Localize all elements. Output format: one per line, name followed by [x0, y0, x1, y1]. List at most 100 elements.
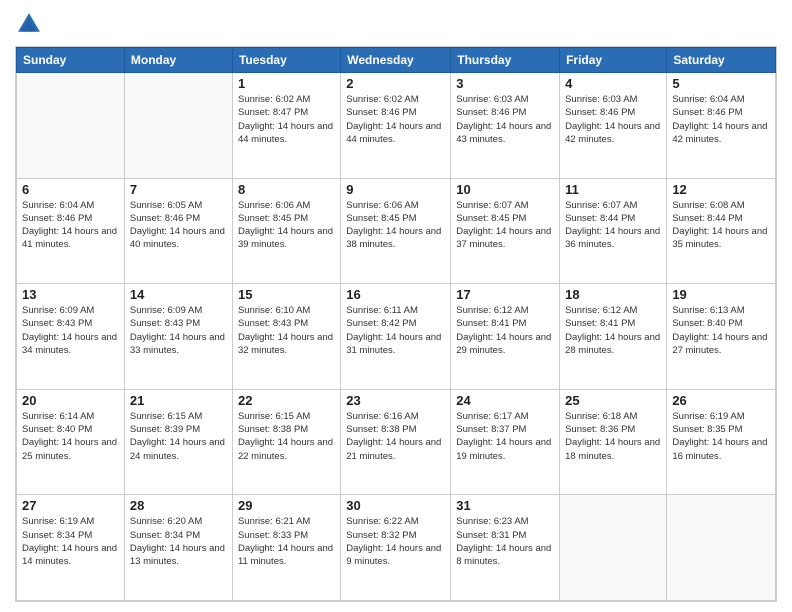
day-header-thursday: Thursday	[451, 48, 560, 73]
day-number: 30	[346, 498, 445, 513]
day-detail: Sunrise: 6:07 AMSunset: 8:44 PMDaylight:…	[565, 199, 661, 252]
day-detail: Sunrise: 6:16 AMSunset: 8:38 PMDaylight:…	[346, 410, 445, 463]
week-row: 27 Sunrise: 6:19 AMSunset: 8:34 PMDayligh…	[17, 495, 776, 601]
day-detail: Sunrise: 6:04 AMSunset: 8:46 PMDaylight:…	[672, 93, 770, 146]
day-detail: Sunrise: 6:12 AMSunset: 8:41 PMDaylight:…	[456, 304, 554, 357]
day-number: 10	[456, 182, 554, 197]
day-cell: 21 Sunrise: 6:15 AMSunset: 8:39 PMDayligh…	[124, 389, 232, 495]
day-number: 23	[346, 393, 445, 408]
logo	[15, 10, 47, 38]
day-number: 12	[672, 182, 770, 197]
day-number: 27	[22, 498, 119, 513]
day-cell: 11 Sunrise: 6:07 AMSunset: 8:44 PMDayligh…	[560, 178, 667, 284]
day-header-sunday: Sunday	[17, 48, 125, 73]
day-number: 2	[346, 76, 445, 91]
day-cell: 10 Sunrise: 6:07 AMSunset: 8:45 PMDayligh…	[451, 178, 560, 284]
day-cell: 12Sunrise: 6:08 AMSunset: 8:44 PMDayligh…	[667, 178, 776, 284]
day-detail: Sunrise: 6:23 AMSunset: 8:31 PMDaylight:…	[456, 515, 554, 568]
day-cell	[124, 73, 232, 179]
day-cell: 18 Sunrise: 6:12 AMSunset: 8:41 PMDayligh…	[560, 284, 667, 390]
day-cell: 13 Sunrise: 6:09 AMSunset: 8:43 PMDayligh…	[17, 284, 125, 390]
day-header-friday: Friday	[560, 48, 667, 73]
day-cell: 6 Sunrise: 6:04 AMSunset: 8:46 PMDaylight…	[17, 178, 125, 284]
day-cell: 5 Sunrise: 6:04 AMSunset: 8:46 PMDaylight…	[667, 73, 776, 179]
day-cell: 7 Sunrise: 6:05 AMSunset: 8:46 PMDaylight…	[124, 178, 232, 284]
day-header-saturday: Saturday	[667, 48, 776, 73]
day-number: 9	[346, 182, 445, 197]
day-detail: Sunrise: 6:12 AMSunset: 8:41 PMDaylight:…	[565, 304, 661, 357]
day-detail: Sunrise: 6:19 AMSunset: 8:34 PMDaylight:…	[22, 515, 119, 568]
day-cell: 16 Sunrise: 6:11 AMSunset: 8:42 PMDayligh…	[341, 284, 451, 390]
day-cell: 1 Sunrise: 6:02 AMSunset: 8:47 PMDaylight…	[232, 73, 340, 179]
day-number: 19	[672, 287, 770, 302]
day-header-wednesday: Wednesday	[341, 48, 451, 73]
day-detail: Sunrise: 6:15 AMSunset: 8:39 PMDaylight:…	[130, 410, 227, 463]
day-cell: 24 Sunrise: 6:17 AMSunset: 8:37 PMDayligh…	[451, 389, 560, 495]
week-row: 13 Sunrise: 6:09 AMSunset: 8:43 PMDayligh…	[17, 284, 776, 390]
day-cell: 19 Sunrise: 6:13 AMSunset: 8:40 PMDayligh…	[667, 284, 776, 390]
day-number: 26	[672, 393, 770, 408]
day-cell: 4 Sunrise: 6:03 AMSunset: 8:46 PMDaylight…	[560, 73, 667, 179]
day-detail: Sunrise: 6:22 AMSunset: 8:32 PMDaylight:…	[346, 515, 445, 568]
page: SundayMondayTuesdayWednesdayThursdayFrid…	[0, 0, 792, 612]
day-cell: 9 Sunrise: 6:06 AMSunset: 8:45 PMDaylight…	[341, 178, 451, 284]
day-cell: 14Sunrise: 6:09 AMSunset: 8:43 PMDayligh…	[124, 284, 232, 390]
day-cell: 31Sunrise: 6:23 AMSunset: 8:31 PMDayligh…	[451, 495, 560, 601]
day-detail: Sunrise: 6:13 AMSunset: 8:40 PMDaylight:…	[672, 304, 770, 357]
day-detail: Sunrise: 6:17 AMSunset: 8:37 PMDaylight:…	[456, 410, 554, 463]
day-number: 29	[238, 498, 335, 513]
day-number: 11	[565, 182, 661, 197]
day-cell: 26Sunrise: 6:19 AMSunset: 8:35 PMDayligh…	[667, 389, 776, 495]
day-detail: Sunrise: 6:14 AMSunset: 8:40 PMDaylight:…	[22, 410, 119, 463]
day-number: 3	[456, 76, 554, 91]
header-row: SundayMondayTuesdayWednesdayThursdayFrid…	[17, 48, 776, 73]
day-number: 17	[456, 287, 554, 302]
day-detail: Sunrise: 6:07 AMSunset: 8:45 PMDaylight:…	[456, 199, 554, 252]
day-detail: Sunrise: 6:03 AMSunset: 8:46 PMDaylight:…	[565, 93, 661, 146]
day-number: 22	[238, 393, 335, 408]
day-detail: Sunrise: 6:02 AMSunset: 8:46 PMDaylight:…	[346, 93, 445, 146]
calendar-body: 1 Sunrise: 6:02 AMSunset: 8:47 PMDaylight…	[17, 73, 776, 601]
day-number: 7	[130, 182, 227, 197]
day-cell: 23 Sunrise: 6:16 AMSunset: 8:38 PMDayligh…	[341, 389, 451, 495]
day-cell: 17 Sunrise: 6:12 AMSunset: 8:41 PMDayligh…	[451, 284, 560, 390]
day-detail: Sunrise: 6:06 AMSunset: 8:45 PMDaylight:…	[238, 199, 335, 252]
day-cell: 8 Sunrise: 6:06 AMSunset: 8:45 PMDaylight…	[232, 178, 340, 284]
day-number: 8	[238, 182, 335, 197]
day-number: 4	[565, 76, 661, 91]
day-cell: 28Sunrise: 6:20 AMSunset: 8:34 PMDayligh…	[124, 495, 232, 601]
day-detail: Sunrise: 6:02 AMSunset: 8:47 PMDaylight:…	[238, 93, 335, 146]
day-number: 13	[22, 287, 119, 302]
day-detail: Sunrise: 6:20 AMSunset: 8:34 PMDaylight:…	[130, 515, 227, 568]
week-row: 1 Sunrise: 6:02 AMSunset: 8:47 PMDaylight…	[17, 73, 776, 179]
day-number: 21	[130, 393, 227, 408]
day-detail: Sunrise: 6:04 AMSunset: 8:46 PMDaylight:…	[22, 199, 119, 252]
day-number: 1	[238, 76, 335, 91]
day-number: 5	[672, 76, 770, 91]
day-detail: Sunrise: 6:03 AMSunset: 8:46 PMDaylight:…	[456, 93, 554, 146]
header	[15, 10, 777, 38]
day-number: 18	[565, 287, 661, 302]
day-header-tuesday: Tuesday	[232, 48, 340, 73]
day-number: 25	[565, 393, 661, 408]
day-detail: Sunrise: 6:11 AMSunset: 8:42 PMDaylight:…	[346, 304, 445, 357]
day-number: 24	[456, 393, 554, 408]
day-detail: Sunrise: 6:06 AMSunset: 8:45 PMDaylight:…	[346, 199, 445, 252]
day-cell: 27 Sunrise: 6:19 AMSunset: 8:34 PMDayligh…	[17, 495, 125, 601]
day-cell: 25Sunrise: 6:18 AMSunset: 8:36 PMDayligh…	[560, 389, 667, 495]
day-cell: 3 Sunrise: 6:03 AMSunset: 8:46 PMDaylight…	[451, 73, 560, 179]
day-detail: Sunrise: 6:15 AMSunset: 8:38 PMDaylight:…	[238, 410, 335, 463]
day-number: 20	[22, 393, 119, 408]
week-row: 6 Sunrise: 6:04 AMSunset: 8:46 PMDaylight…	[17, 178, 776, 284]
day-number: 16	[346, 287, 445, 302]
day-detail: Sunrise: 6:05 AMSunset: 8:46 PMDaylight:…	[130, 199, 227, 252]
day-number: 6	[22, 182, 119, 197]
day-cell: 15Sunrise: 6:10 AMSunset: 8:43 PMDayligh…	[232, 284, 340, 390]
day-cell: 30 Sunrise: 6:22 AMSunset: 8:32 PMDayligh…	[341, 495, 451, 601]
calendar-table: SundayMondayTuesdayWednesdayThursdayFrid…	[16, 47, 776, 601]
day-cell: 29Sunrise: 6:21 AMSunset: 8:33 PMDayligh…	[232, 495, 340, 601]
day-number: 14	[130, 287, 227, 302]
day-cell	[17, 73, 125, 179]
day-detail: Sunrise: 6:09 AMSunset: 8:43 PMDaylight:…	[22, 304, 119, 357]
day-header-monday: Monday	[124, 48, 232, 73]
